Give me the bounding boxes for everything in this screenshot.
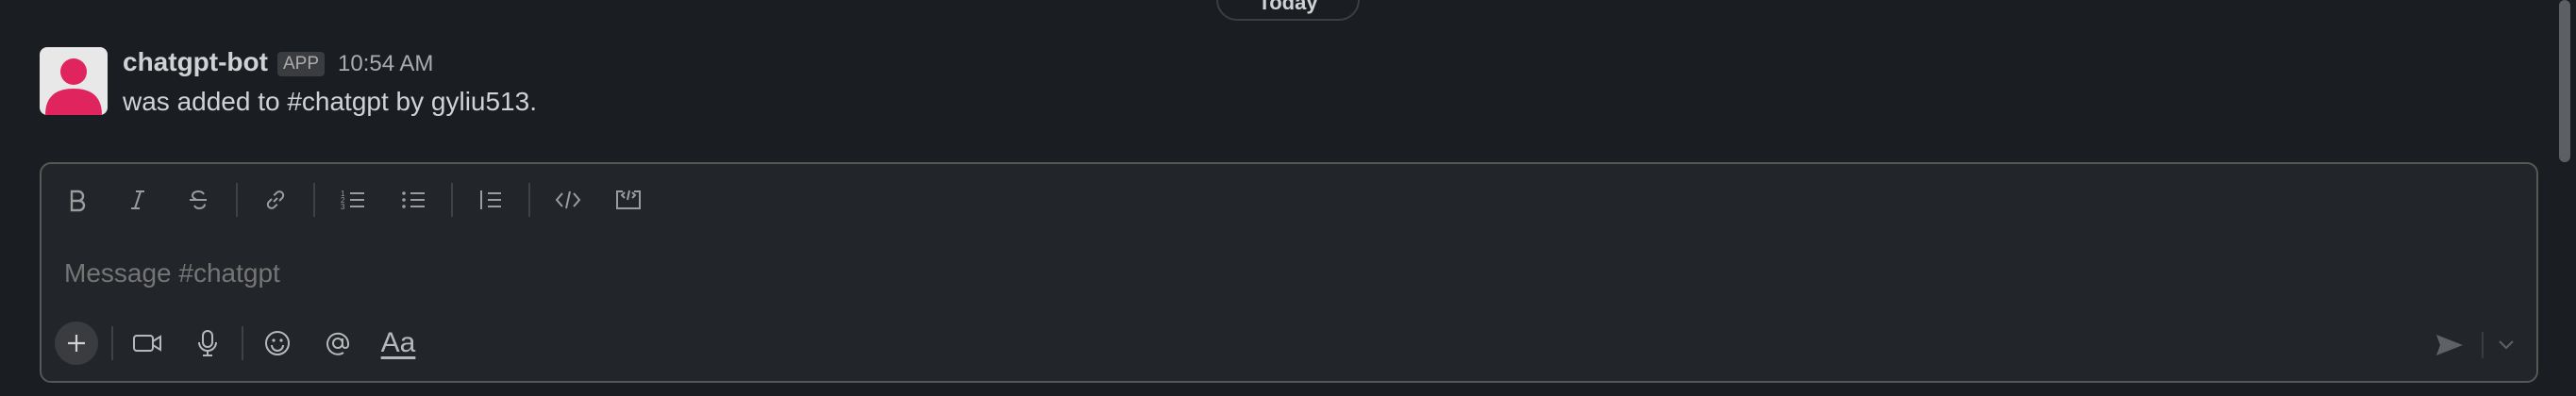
link-button[interactable] [245, 175, 306, 224]
send-icon [2436, 335, 2463, 355]
video-icon [133, 335, 161, 352]
schedule-send-button[interactable] [2489, 326, 2523, 364]
attach-button[interactable] [55, 322, 98, 365]
blockquote-icon [480, 190, 501, 209]
toolbar-divider [451, 183, 453, 217]
format-text-icon: Aa [380, 327, 416, 358]
bulleted-list-button[interactable] [383, 175, 443, 224]
toolbar-divider [236, 183, 238, 217]
message-input[interactable] [64, 258, 2423, 289]
message-timestamp[interactable]: 10:54 AM [338, 51, 433, 77]
message-text: was added to #chatgpt by gyliu513. [123, 87, 537, 116]
bold-button[interactable] [47, 175, 108, 224]
plus-icon [68, 335, 85, 352]
date-divider[interactable]: Today [1216, 0, 1360, 21]
toolbar-divider [528, 183, 530, 217]
mention-icon [326, 332, 349, 355]
toolbar-divider [242, 326, 243, 360]
microphone-icon [198, 330, 217, 356]
strikethrough-icon [190, 190, 207, 210]
message-item: chatgpt-bot APP 10:54 AM was added to #c… [40, 47, 537, 117]
italic-icon [131, 190, 144, 209]
ordered-list-icon: 123 [341, 190, 364, 211]
code-icon [555, 190, 581, 209]
user-icon [45, 58, 102, 115]
composer-actions: Aa [42, 315, 428, 371]
ordered-list-button[interactable]: 123 [323, 175, 383, 224]
app-badge: APP [276, 52, 325, 76]
blockquote-button[interactable] [460, 175, 521, 224]
emoji-button[interactable] [247, 319, 308, 368]
strikethrough-button[interactable] [168, 175, 228, 224]
avatar[interactable] [40, 47, 108, 115]
send-controls [2423, 326, 2523, 364]
message-composer: 123 Message #chatgpt Aa [40, 162, 2538, 383]
bulleted-list-icon [402, 191, 425, 208]
italic-button[interactable] [108, 175, 168, 224]
formatting-toolbar: 123 [42, 175, 659, 224]
svg-text:3: 3 [341, 203, 345, 211]
scrollbar-thumb[interactable] [2559, 0, 2570, 162]
toolbar-divider [111, 326, 113, 360]
format-text-button[interactable]: Aa [368, 319, 428, 368]
chevron-down-icon [2499, 340, 2514, 350]
date-divider-label: Today [1258, 0, 1318, 14]
bold-icon [70, 190, 86, 212]
mention-button[interactable] [308, 319, 368, 368]
send-button[interactable] [2423, 326, 2476, 364]
code-block-icon [616, 190, 641, 209]
toolbar-divider [313, 183, 315, 217]
link-icon [266, 190, 285, 209]
code-button[interactable] [538, 175, 598, 224]
emoji-icon [265, 331, 290, 355]
code-block-button[interactable] [598, 175, 659, 224]
message-author[interactable]: chatgpt-bot [123, 47, 268, 77]
send-divider [2482, 332, 2484, 358]
video-clip-button[interactable] [117, 319, 177, 368]
audio-clip-button[interactable] [177, 319, 238, 368]
